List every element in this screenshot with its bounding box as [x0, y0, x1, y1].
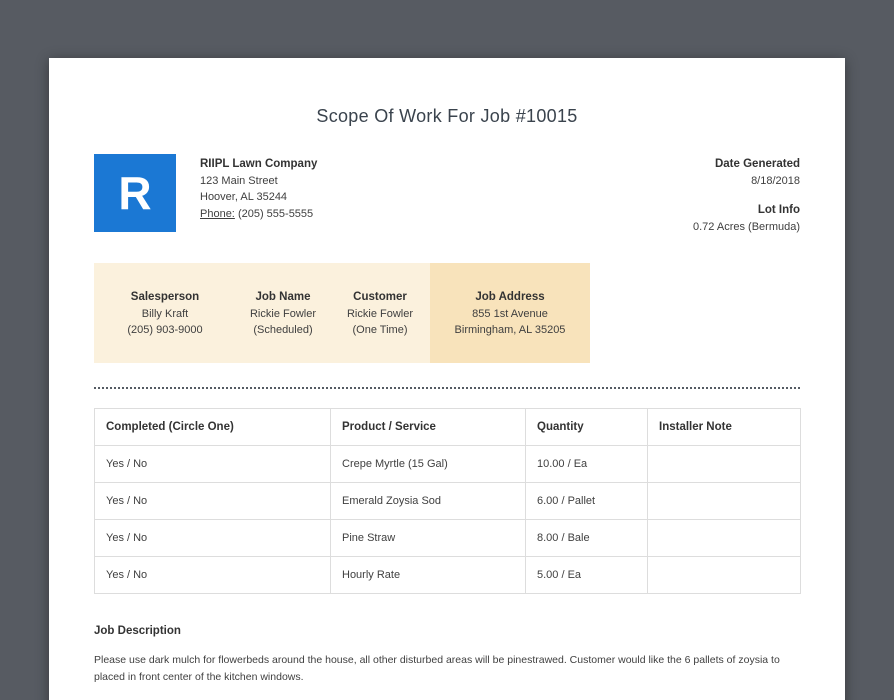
document-meta: Date Generated 8/18/2018 Lot Info 0.72 A… — [693, 154, 800, 235]
summary-job-name: Job Name Rickie Fowler (Scheduled) — [236, 263, 330, 363]
table-row: Yes / No Emerald Zoysia Sod 6.00 / Palle… — [94, 482, 801, 520]
quantity-cell: 10.00 / Ea — [525, 445, 648, 483]
job-description-section: Job Description Please use dark mulch fo… — [94, 625, 800, 700]
table-header-row: Completed (Circle One) Product / Service… — [94, 408, 801, 446]
job-description-paragraph: Please use dark mulch for flowerbeds aro… — [94, 654, 780, 683]
quantity-cell: 5.00 / Ea — [525, 556, 648, 594]
product-cell: Hourly Rate — [330, 556, 526, 594]
summary-customer: Customer Rickie Fowler (One Time) — [330, 263, 430, 363]
table-row: Yes / No Pine Straw 8.00 / Bale — [94, 519, 801, 557]
page-title: Scope Of Work For Job #10015 — [316, 106, 578, 126]
company-name: RIIPL Lawn Company — [200, 158, 318, 170]
lot-info-value: 0.72 Acres (Bermuda) — [693, 220, 800, 233]
company-info: RIIPL Lawn Company 123 Main Street Hoove… — [200, 154, 317, 235]
product-cell: Emerald Zoysia Sod — [330, 482, 526, 520]
header-quantity: Quantity — [525, 408, 648, 446]
installer-note-cell — [647, 556, 801, 594]
job-address-line1: 855 1st Avenue — [472, 308, 548, 320]
job-name-value: Rickie Fowler — [249, 308, 316, 320]
customer-name: Rickie Fowler — [346, 308, 413, 320]
header-product-service: Product / Service — [330, 408, 526, 446]
phone-number: (205) 555-5555 — [237, 207, 314, 220]
phone-label: Phone: — [200, 207, 235, 220]
table-row: Yes / No Crepe Myrtle (15 Gal) 10.00 / E… — [94, 445, 801, 483]
salesperson-label: Salesperson — [130, 291, 200, 303]
job-address-line2: Birmingham, AL 35205 — [454, 324, 566, 336]
company-logo: R — [94, 154, 176, 232]
installer-note-cell — [647, 482, 801, 520]
completed-cell: Yes / No — [94, 556, 331, 594]
job-summary-band: Salesperson Billy Kraft (205) 903-9000 J… — [94, 263, 590, 363]
product-cell: Crepe Myrtle (15 Gal) — [330, 445, 526, 483]
company-phone: Phone: (205) 555-5555 — [200, 206, 317, 223]
job-name-label: Job Name — [255, 291, 311, 303]
scope-of-work-document: Scope Of Work For Job #10015 R RIIPL Law… — [49, 58, 845, 700]
installer-note-cell — [647, 445, 801, 483]
product-cell: Pine Straw — [330, 519, 526, 557]
logo-letter: R — [118, 167, 152, 219]
dotted-divider — [94, 387, 800, 389]
lot-info-label: Lot Info — [757, 204, 800, 216]
job-description-label: Job Description — [94, 625, 181, 637]
quantity-cell: 8.00 / Bale — [525, 519, 648, 557]
installer-note-cell — [647, 519, 801, 557]
date-generated-label: Date Generated — [714, 158, 800, 170]
summary-job-address: Job Address 855 1st Avenue Birmingham, A… — [430, 263, 590, 363]
table-row: Yes / No Hourly Rate 5.00 / Ea — [94, 556, 801, 594]
completed-cell: Yes / No — [94, 519, 331, 557]
job-address-label: Job Address — [475, 291, 545, 303]
header-completed: Completed (Circle One) — [94, 408, 331, 446]
customer-type: (One Time) — [352, 324, 408, 336]
salesperson-phone: (205) 903-9000 — [127, 324, 203, 336]
company-address-line1: 123 Main Street — [200, 174, 278, 187]
quantity-cell: 6.00 / Pallet — [525, 482, 648, 520]
salesperson-name: Billy Kraft — [141, 308, 189, 320]
work-items-table: Completed (Circle One) Product / Service… — [94, 408, 801, 594]
summary-salesperson: Salesperson Billy Kraft (205) 903-9000 — [94, 263, 236, 363]
document-header: R RIIPL Lawn Company 123 Main Street Hoo… — [94, 154, 800, 235]
date-generated-value: 8/18/2018 — [751, 174, 800, 187]
header-installer-note: Installer Note — [647, 408, 801, 446]
completed-cell: Yes / No — [94, 445, 331, 483]
job-name-status: (Scheduled) — [253, 324, 313, 336]
company-address-line2: Hoover, AL 35244 — [200, 191, 288, 203]
customer-label: Customer — [353, 291, 407, 303]
completed-cell: Yes / No — [94, 482, 331, 520]
